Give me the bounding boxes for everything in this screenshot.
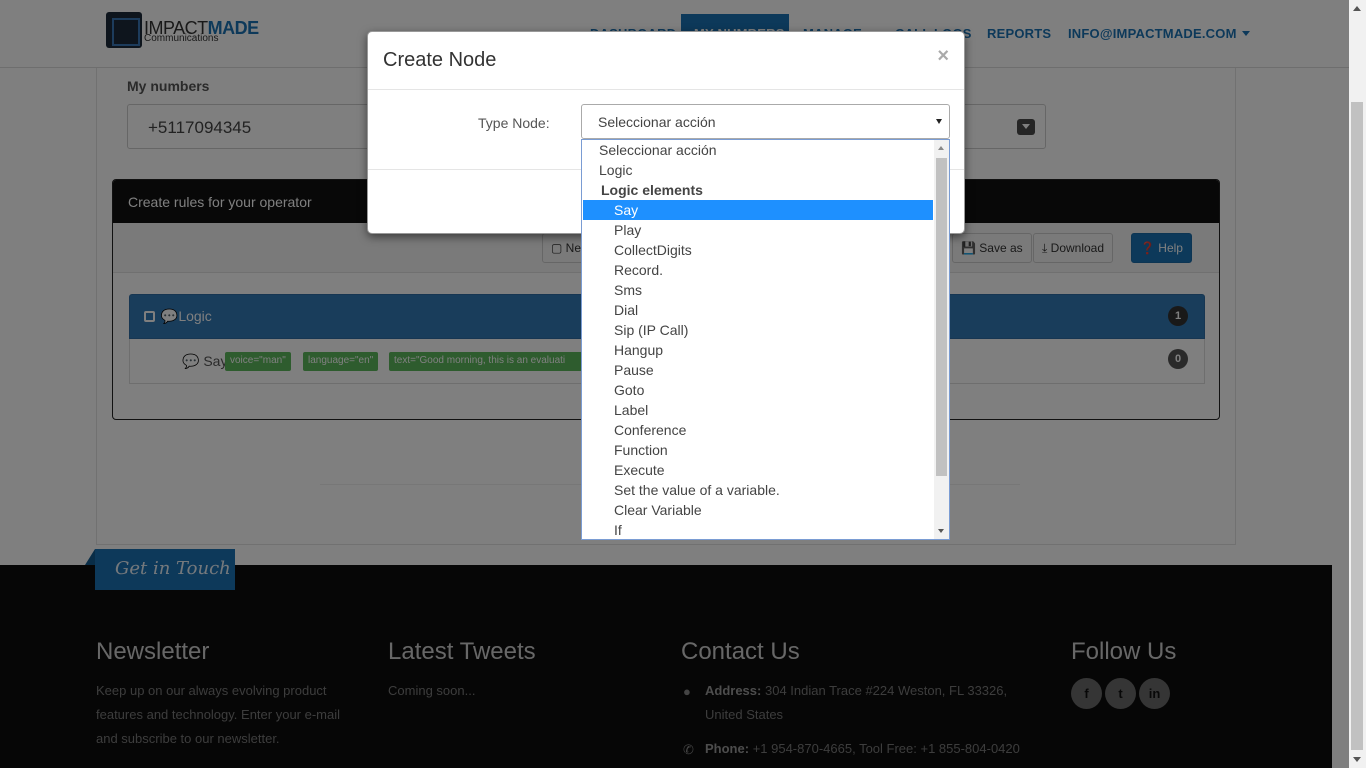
dropdown-option[interactable]: Hangup bbox=[583, 340, 933, 360]
dropdown-option[interactable]: Seleccionar acción bbox=[583, 140, 933, 160]
dropdown-option[interactable]: Dial bbox=[583, 300, 933, 320]
dropdown-option[interactable]: Set the value of a variable. bbox=[583, 480, 933, 500]
dropdown-option[interactable]: Sip (IP Call) bbox=[583, 320, 933, 340]
dropdown-option[interactable]: Clear Variable bbox=[583, 500, 933, 520]
type-node-label: Type Node: bbox=[478, 115, 550, 131]
dropdown-option[interactable]: If bbox=[583, 520, 933, 539]
dropdown-scrollbar[interactable] bbox=[934, 140, 949, 539]
dropdown-option[interactable]: Record. bbox=[583, 260, 933, 280]
dropdown-option[interactable]: Pause bbox=[583, 360, 933, 380]
scroll-down-arrow-icon[interactable] bbox=[1353, 757, 1361, 762]
dropdown-option[interactable]: CollectDigits bbox=[583, 240, 933, 260]
scroll-up-arrow-icon[interactable] bbox=[1353, 6, 1361, 11]
dropdown-option[interactable]: Label bbox=[583, 400, 933, 420]
page-scroll-thumb[interactable] bbox=[1351, 102, 1363, 750]
type-node-select[interactable]: Seleccionar acción bbox=[581, 104, 950, 139]
dropdown-option[interactable]: Goto bbox=[583, 380, 933, 400]
dropdown-option[interactable]: Execute bbox=[583, 460, 933, 480]
close-icon[interactable]: × bbox=[937, 45, 949, 68]
caret-down-icon bbox=[936, 119, 942, 124]
dropdown-optgroup-label: Logic elements bbox=[601, 182, 703, 198]
scroll-down-arrow-icon[interactable] bbox=[938, 529, 944, 533]
dropdown-option[interactable]: Say bbox=[583, 200, 933, 220]
dropdown-option[interactable]: Play bbox=[583, 220, 933, 240]
type-node-dropdown-list[interactable]: Seleccionar acción Logic Logic elements Say… bbox=[581, 139, 950, 540]
dropdown-option[interactable]: Function bbox=[583, 440, 933, 460]
dropdown-option[interactable]: Logic bbox=[583, 160, 933, 180]
dropdown-scroll-thumb[interactable] bbox=[936, 158, 947, 476]
type-node-selected-value: Seleccionar acción bbox=[598, 114, 716, 130]
dropdown-option[interactable]: Sms bbox=[583, 280, 933, 300]
scroll-up-arrow-icon[interactable] bbox=[938, 146, 944, 150]
page-scrollbar[interactable] bbox=[1349, 0, 1366, 768]
modal-title: Create Node bbox=[383, 49, 497, 71]
dropdown-option[interactable]: Conference bbox=[583, 420, 933, 440]
modal-header: Create Node × bbox=[368, 32, 964, 90]
